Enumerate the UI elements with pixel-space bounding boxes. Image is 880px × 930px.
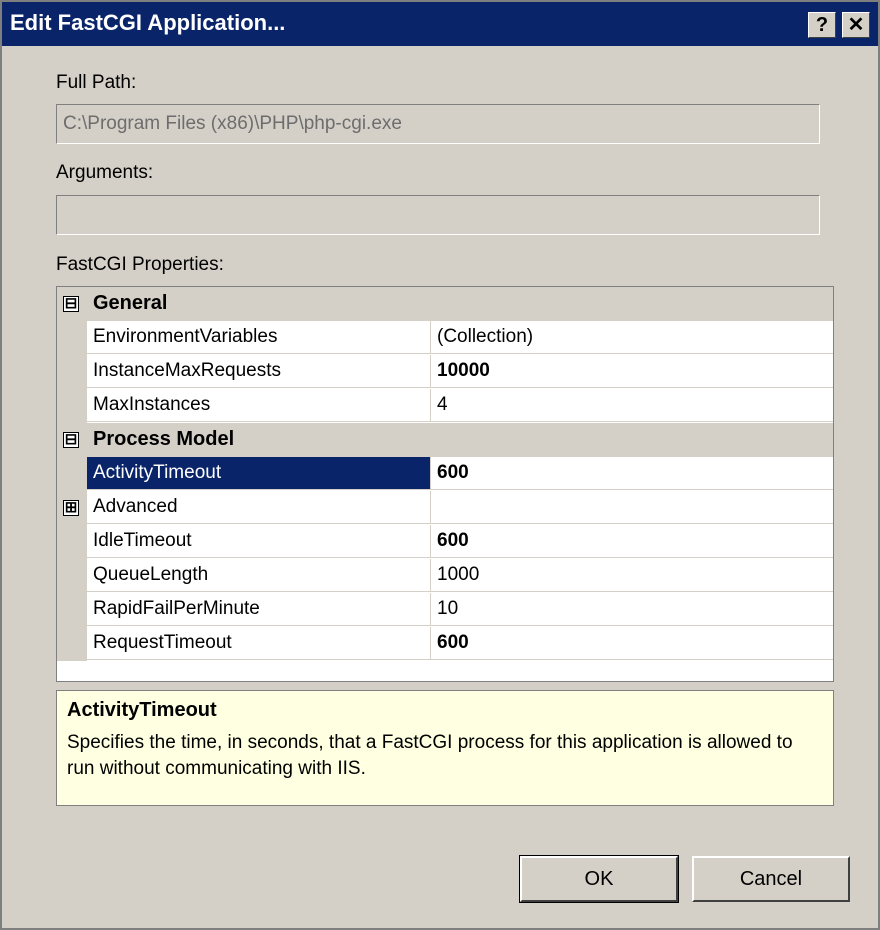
property-row-queuelength[interactable]: QueueLength 1000: [57, 559, 833, 593]
property-row-environmentvariables[interactable]: EnvironmentVariables (Collection): [57, 321, 833, 355]
property-name[interactable]: MaxInstances: [87, 389, 431, 422]
collapse-icon[interactable]: ⊟: [63, 432, 79, 448]
description-title: ActivityTimeout: [67, 699, 217, 721]
property-name[interactable]: RequestTimeout: [87, 627, 431, 660]
property-value[interactable]: 10: [431, 593, 833, 626]
description-text: Specifies the time, in seconds, that a F…: [67, 732, 793, 779]
property-row-maxinstances[interactable]: MaxInstances 4: [57, 389, 833, 423]
property-value[interactable]: 600: [431, 457, 833, 490]
title-bar[interactable]: Edit FastCGI Application... ? ✕: [2, 2, 878, 46]
category-label: Process Model: [93, 428, 235, 450]
full-path-label: Full Path:: [56, 72, 137, 93]
property-value[interactable]: 600: [431, 525, 833, 558]
window-title: Edit FastCGI Application...: [10, 10, 286, 35]
property-name[interactable]: EnvironmentVariables: [87, 321, 431, 354]
property-value[interactable]: (Collection): [431, 321, 833, 354]
property-value[interactable]: 1000: [431, 559, 833, 592]
property-name[interactable]: IdleTimeout: [87, 525, 431, 558]
category-general[interactable]: ⊟ General: [57, 287, 833, 321]
property-name-selected[interactable]: ActivityTimeout: [87, 457, 431, 490]
fastcgi-properties-label: FastCGI Properties:: [56, 254, 224, 275]
collapse-icon[interactable]: ⊟: [63, 296, 79, 312]
property-name[interactable]: InstanceMaxRequests: [87, 355, 431, 388]
edit-fastcgi-dialog: Edit FastCGI Application... ? ✕ Full Pat…: [0, 0, 880, 930]
arguments-label: Arguments:: [56, 162, 154, 183]
property-row-requesttimeout[interactable]: RequestTimeout 600: [57, 627, 833, 661]
property-row-idletimeout[interactable]: IdleTimeout 600: [57, 525, 833, 559]
ok-button[interactable]: OK: [519, 855, 679, 903]
close-button[interactable]: ✕: [842, 12, 870, 38]
cancel-button[interactable]: Cancel: [692, 856, 850, 902]
property-description-panel: ActivityTimeout Specifies the time, in s…: [56, 690, 834, 806]
property-value[interactable]: 10000: [431, 355, 833, 388]
property-row-rapidfailperminute[interactable]: RapidFailPerMinute 10: [57, 593, 833, 627]
property-value[interactable]: [431, 491, 833, 524]
category-process-model[interactable]: ⊟ Process Model: [57, 423, 833, 457]
property-name[interactable]: RapidFailPerMinute: [87, 593, 431, 626]
full-path-field[interactable]: C:\Program Files (x86)\PHP\php-cgi.exe: [56, 104, 820, 144]
property-value[interactable]: 4: [431, 389, 833, 422]
property-name[interactable]: Advanced: [87, 491, 431, 524]
expand-icon[interactable]: ⊞: [63, 500, 79, 516]
help-button[interactable]: ?: [808, 12, 836, 38]
property-row-activitytimeout[interactable]: ActivityTimeout 600: [57, 457, 833, 491]
property-row-instancemaxrequests[interactable]: InstanceMaxRequests 10000: [57, 355, 833, 389]
property-value[interactable]: 600: [431, 627, 833, 660]
category-label: General: [93, 292, 168, 314]
arguments-field[interactable]: [56, 195, 820, 235]
property-row-advanced[interactable]: ⊞ Advanced: [57, 491, 833, 525]
property-grid: ⊟ General EnvironmentVariables (Collecti…: [56, 286, 834, 682]
property-name[interactable]: QueueLength: [87, 559, 431, 592]
